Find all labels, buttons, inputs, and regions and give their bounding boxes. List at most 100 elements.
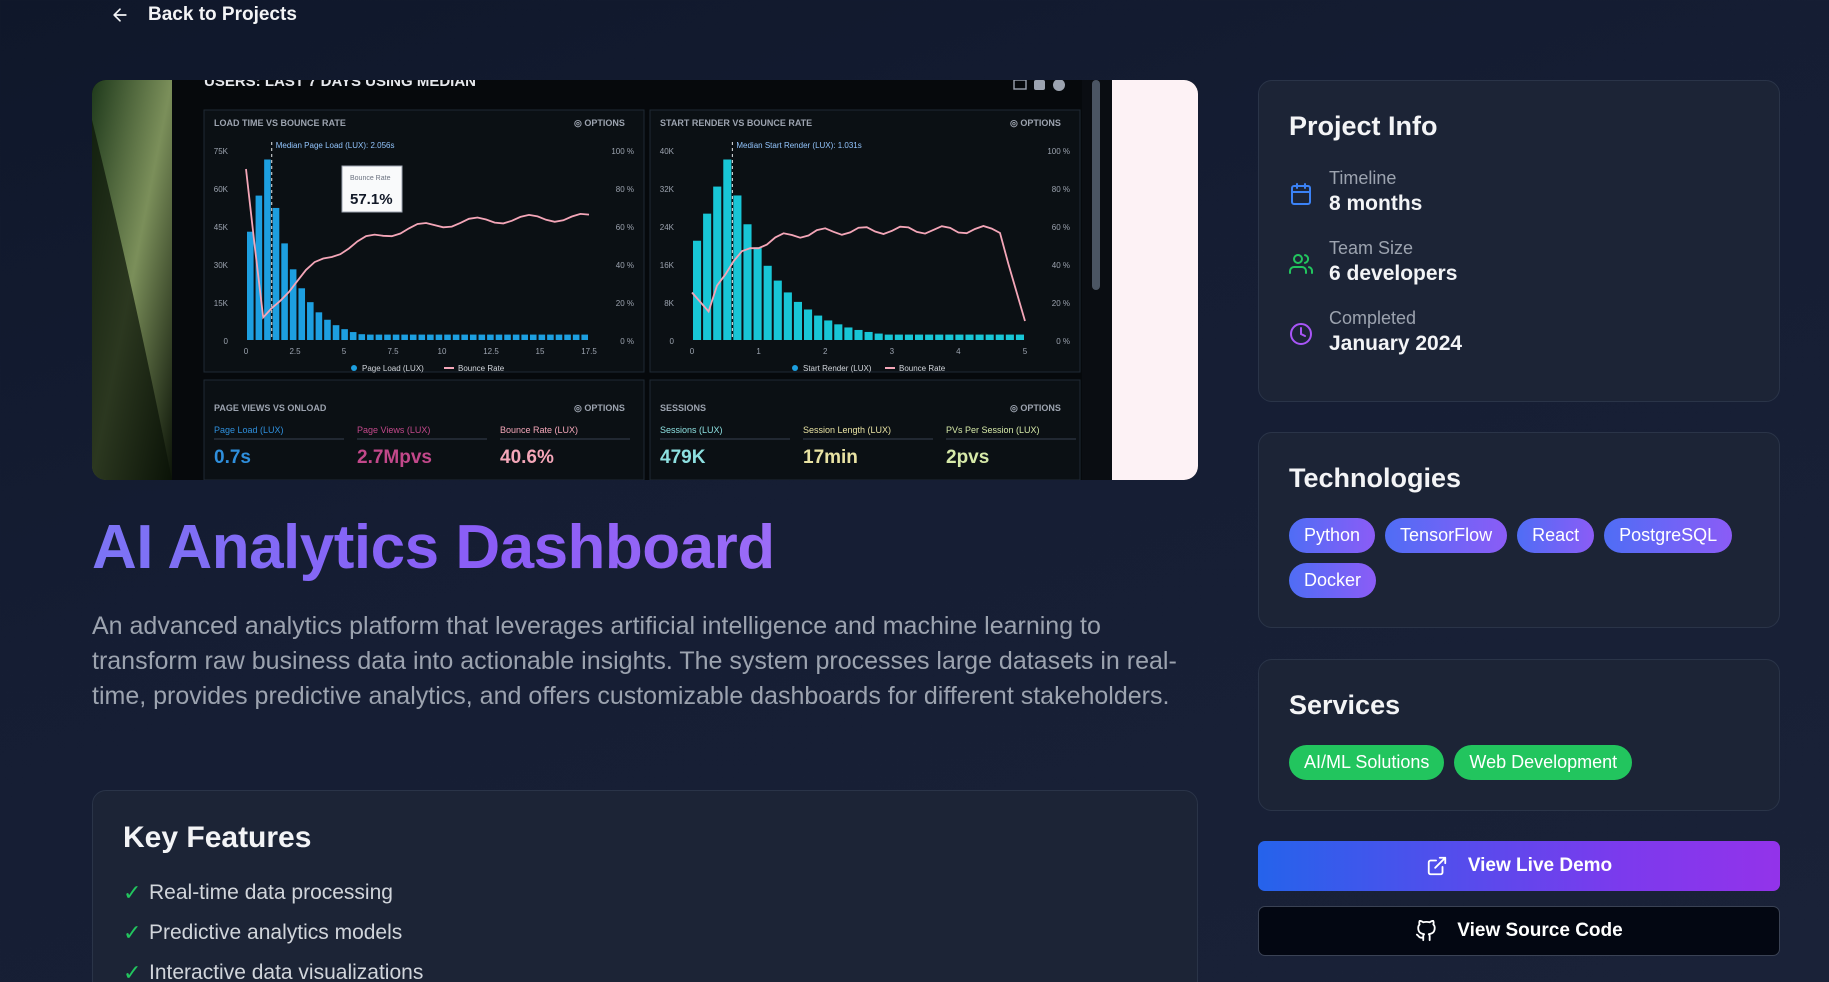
back-label: Back to Projects (148, 4, 297, 25)
median-label: Median Page Load (LUX): 2.056s (276, 141, 395, 150)
chart-panel-title: LOAD TIME VS BOUNCE RATE (214, 118, 346, 128)
view-source-code-button[interactable]: View Source Code (1258, 906, 1780, 956)
x-tick-label: 0 (690, 347, 695, 356)
histogram-bar (995, 334, 1004, 340)
legend-dot (351, 365, 357, 371)
histogram-bar (572, 334, 580, 340)
service-tag-ai-ml: AI/ML Solutions (1289, 745, 1445, 780)
pct-tick-label: 100 % (1047, 147, 1070, 156)
histogram-bar (884, 334, 893, 340)
histogram-bar (581, 334, 588, 340)
y-tick-label: 0 (224, 337, 229, 346)
pct-tick-label: 100 % (611, 147, 634, 156)
metric-label: Sessions (LUX) (660, 425, 723, 435)
histogram-bar (529, 334, 537, 340)
tech-tag-react: React (1517, 518, 1595, 553)
histogram-bar (349, 332, 357, 340)
y-tick-label: 8K (664, 299, 674, 308)
histogram-bar (375, 334, 383, 340)
github-icon (1416, 920, 1436, 942)
x-tick-label: 7.5 (387, 347, 399, 356)
timeline-row: Timeline 8 months (1289, 168, 1749, 216)
options-label: ◎ OPTIONS (574, 118, 625, 128)
histogram-bar (298, 288, 306, 340)
metric-value: 2.7Mpvs (357, 447, 432, 468)
x-tick-label: 2.5 (289, 347, 301, 356)
histogram-bar (955, 334, 964, 340)
histogram-bar (945, 334, 954, 340)
y-tick-label: 40K (660, 147, 675, 156)
project-info-heading: Project Info (1289, 111, 1438, 141)
legend-dot (792, 365, 798, 371)
y-tick-label: 16K (660, 261, 675, 270)
arrow-left-icon (113, 8, 127, 22)
histogram-bar (713, 186, 722, 340)
histogram-bar (315, 312, 323, 340)
histogram-bar (1015, 334, 1024, 340)
tech-tag-postgresql: PostgreSQL (1604, 518, 1733, 553)
histogram-bar (854, 329, 863, 340)
histogram-bar (834, 324, 843, 340)
pct-tick-label: 60 % (1052, 223, 1070, 232)
x-tick-label: 4 (956, 347, 961, 356)
histogram-bar (281, 243, 288, 340)
histogram-bar (444, 334, 451, 340)
histogram-bar (763, 265, 772, 340)
y-tick-label: 15K (214, 299, 229, 308)
check-icon: ✓ (123, 920, 142, 945)
histogram-bar (793, 301, 802, 340)
users-icon (1289, 254, 1313, 274)
pct-tick-label: 80 % (616, 185, 634, 194)
features-heading: Key Features (123, 821, 312, 854)
legend-label: Start Render (LUX) (803, 364, 872, 373)
histogram-bar (703, 213, 712, 340)
histogram-bar (332, 325, 340, 340)
calendar-icon (1291, 183, 1311, 205)
histogram-bar (435, 334, 443, 340)
metric-panel-title: PAGE VIEWS VS ONLOAD (214, 403, 327, 413)
y-tick-label: 32K (660, 185, 675, 194)
team-size-value: 6 developers (1329, 262, 1458, 285)
completed-row: Completed January 2024 (1289, 308, 1749, 356)
histogram-bar (844, 327, 853, 340)
x-tick-label: 3 (890, 347, 895, 356)
metric-value: 2pvs (946, 447, 989, 468)
dashboard-header: USERS: LAST 7 DAYS USING MEDIAN (204, 80, 476, 90)
histogram-bar (555, 334, 563, 340)
team-size-label: Team Size (1329, 238, 1414, 258)
options-label: ◎ OPTIONS (1010, 118, 1061, 128)
histogram-bar (324, 319, 331, 340)
demo-label: View Live Demo (1467, 855, 1613, 876)
clock-icon (1290, 323, 1312, 345)
pct-tick-label: 80 % (1052, 185, 1070, 194)
histogram-bar (427, 334, 434, 340)
project-title: AI Analytics Dashboard (92, 513, 775, 582)
histogram-bar (733, 195, 742, 340)
histogram-bar (824, 320, 833, 340)
histogram-bar (814, 315, 823, 340)
feature-item: ✓ Interactive data visualizations (123, 953, 1167, 982)
feature-item: ✓ Predictive analytics models (123, 913, 1167, 953)
median-label: Median Start Render (LUX): 1.031s (736, 141, 861, 150)
histogram-bar (289, 269, 297, 340)
check-icon: ✓ (123, 960, 142, 982)
histogram-bar (783, 292, 792, 340)
completed-label: Completed (1329, 308, 1417, 328)
tooltip-label: Bounce Rate (350, 175, 391, 182)
project-hero-image: USERS: LAST 7 DAYS USING MEDIAN LOAD TIM… (92, 80, 1198, 480)
legend-label: Bounce Rate (899, 364, 946, 373)
feature-label: Predictive analytics models (149, 921, 403, 944)
legend-label: Page Load (LUX) (362, 364, 424, 373)
pct-tick-label: 40 % (616, 261, 634, 270)
pct-tick-label: 0 % (620, 337, 634, 346)
metric-value: 40.6% (500, 447, 554, 468)
back-to-projects-link[interactable]: Back to Projects (110, 4, 297, 26)
feature-label: Real-time data processing (149, 881, 393, 904)
histogram-bar (538, 334, 546, 340)
view-live-demo-button[interactable]: View Live Demo (1258, 841, 1780, 891)
histogram-bar (965, 334, 974, 340)
histogram-bar (874, 333, 883, 340)
x-tick-label: 12.5 (483, 347, 499, 356)
histogram-bar (272, 207, 280, 340)
histogram-bar (495, 334, 503, 340)
